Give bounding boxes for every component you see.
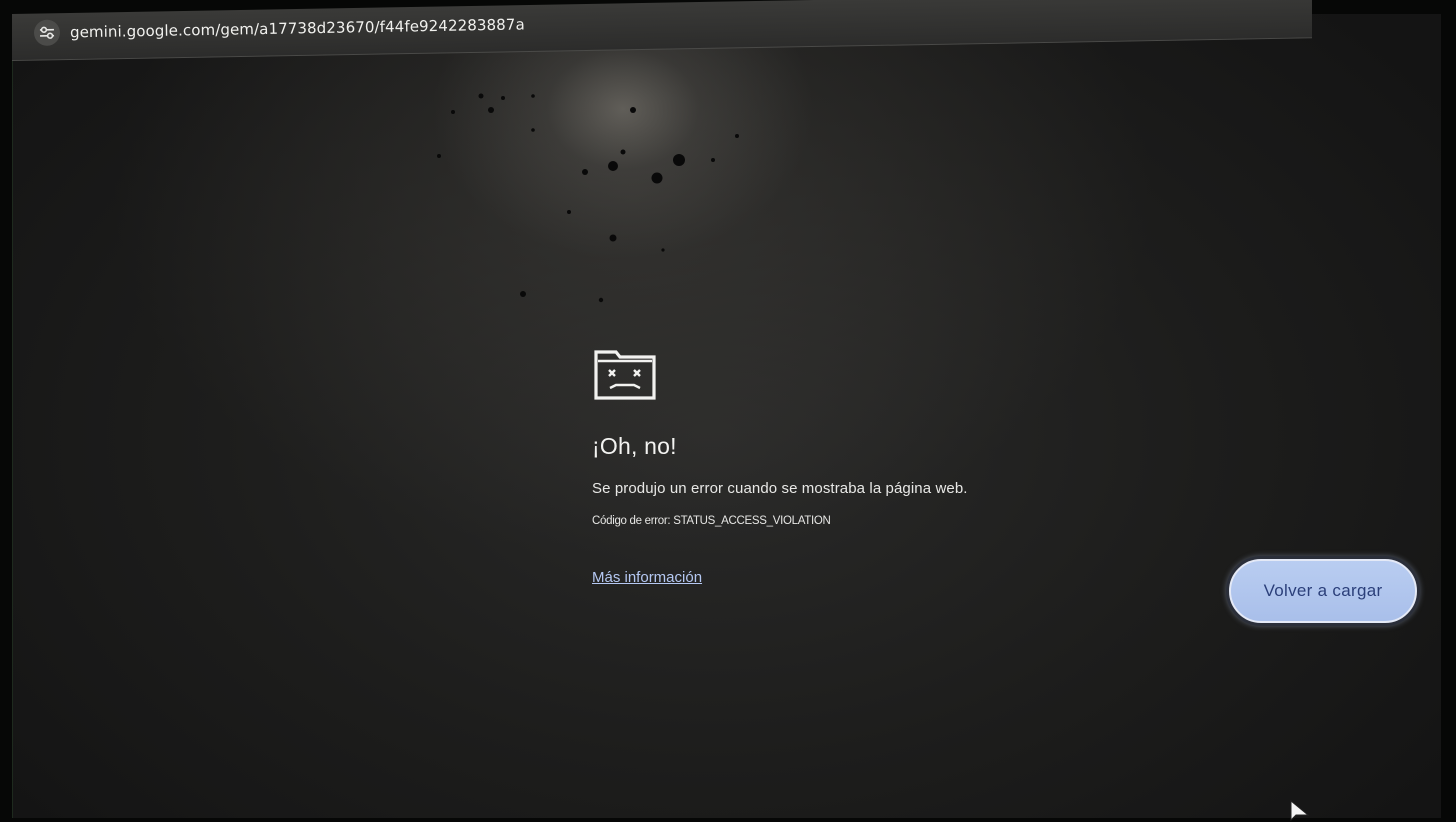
more-info-link[interactable]: Más información [592,569,702,586]
error-description: Se produjo un error cuando se mostraba l… [592,480,968,497]
error-content: ¡Oh, no! Se produjo un error cuando se m… [592,346,1152,587]
reload-button[interactable]: Volver a cargar [1229,559,1417,623]
error-title: ¡Oh, no! [592,433,677,459]
url-text[interactable]: gemini.google.com/gem/a17738d23670/f44fe… [70,15,525,41]
sad-tab-icon [594,350,656,400]
photo-frame: gemini.google.com/gem/a17738d23670/f44fe… [0,0,1456,822]
tune-icon[interactable] [33,19,61,46]
mouse-cursor-icon [1290,800,1310,822]
error-code: Código de error: STATUS_ACCESS_VIOLATION [592,515,831,527]
